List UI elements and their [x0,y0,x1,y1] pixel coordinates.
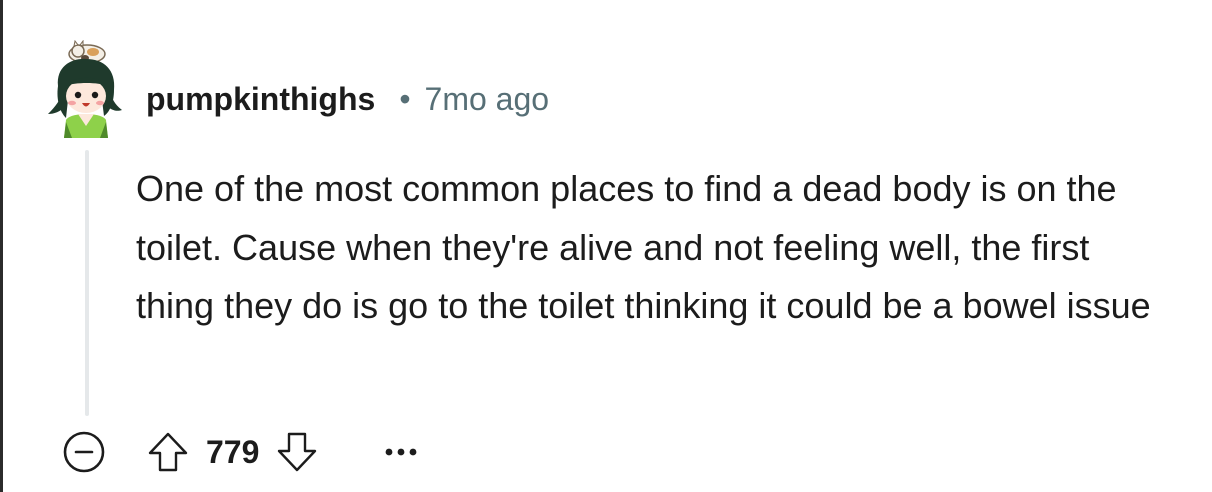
arrow-up-icon [148,432,188,472]
username[interactable]: pumpkinthighs [146,81,375,118]
thread-line[interactable] [85,150,89,416]
downvote-button[interactable] [273,428,321,476]
comment-meta: pumpkinthighs • 7mo ago [146,76,549,122]
timestamp[interactable]: 7mo ago [425,81,550,118]
avatar[interactable] [44,39,126,138]
comment-body: One of the most common places to find a … [136,168,1151,326]
vote-score: 779 [206,433,260,470]
minus-circle-icon [63,431,105,473]
ellipsis-icon [385,448,417,456]
avatar-illustration [48,39,122,138]
comment-actions: 779 [62,428,425,476]
more-options-button[interactable] [377,428,425,476]
comment: pumpkinthighs • 7mo ago One of the most … [0,0,1212,492]
upvote-button[interactable] [144,428,192,476]
arrow-down-icon [278,432,317,472]
meta-separator: • [399,80,411,117]
collapse-button[interactable] [62,430,106,474]
